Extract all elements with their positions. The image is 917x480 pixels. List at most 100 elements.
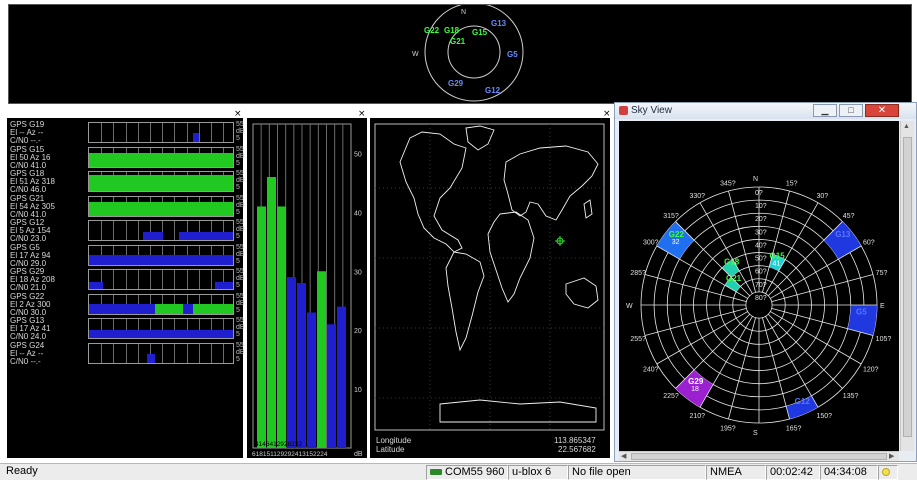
azimuth-spoke	[767, 313, 843, 389]
cn0-history-row	[88, 220, 234, 241]
signal-list-pane: GPS G19 El -- Az -- C/N0 --.- 55 dB 5 GPS G15 E…	[7, 118, 245, 458]
y-tick-label: 20	[354, 328, 362, 335]
sky-view-window: Sky View ▁ □ ✕ 32 G22 G18 41 G15 G21 G13 G5 18 G2…	[614, 102, 917, 462]
satellite-cell-value: 18	[691, 386, 699, 393]
cn0-history-segment	[155, 303, 183, 314]
world-map-close-icon[interactable]: ×	[603, 110, 611, 119]
signal-bar	[287, 277, 296, 448]
status-port: COM55 960	[445, 466, 505, 478]
signal-list-close-icon[interactable]: ×	[234, 110, 242, 119]
cn0-history-row	[88, 171, 234, 192]
scroll-up-icon[interactable]: ▲	[903, 123, 910, 130]
world-map-pane: Longitude 113.865347 Latitude 22.567682	[370, 118, 610, 458]
azimuth-label: 285?	[630, 270, 646, 277]
vertical-scroll-thumb[interactable]	[903, 137, 912, 437]
azimuth-label: W	[626, 303, 633, 310]
status-receiver: u-blox 6	[508, 465, 568, 480]
scale-low: 5	[236, 135, 240, 142]
sky-view-title: Sky View	[631, 105, 672, 116]
scale-low: 5	[236, 355, 240, 363]
scroll-right-icon[interactable]: ▶	[889, 452, 894, 460]
cn0-history-segment	[89, 303, 155, 314]
scale-high: 55	[236, 317, 244, 324]
azimuth-label: 15?	[786, 180, 798, 187]
y-tick-label: 10	[354, 387, 362, 394]
status-led-icon	[882, 468, 890, 476]
cn0-history-segment	[89, 330, 233, 338]
signal-bar	[337, 306, 346, 448]
status-port-cell[interactable]: COM55 960	[426, 465, 508, 480]
signal-bar-close-icon[interactable]: ×	[358, 110, 366, 119]
satellite-cn0: C/N0 --.-	[10, 136, 41, 145]
cn0-history-segment	[89, 152, 233, 167]
scale-unit: dB	[236, 275, 245, 282]
scale-low: 5	[236, 257, 240, 265]
azimuth-spoke	[656, 311, 748, 365]
cn0-history-segment	[89, 201, 233, 216]
satellite-cell-value: 32	[672, 239, 680, 246]
top-sky-satellite-label: G18	[444, 26, 460, 35]
scale-low: 5	[236, 184, 240, 191]
scale-unit: dB	[236, 299, 245, 307]
azimuth-label: 150?	[817, 413, 833, 420]
azimuth-label: 105?	[876, 336, 892, 343]
signal-bar	[297, 283, 306, 448]
y-tick-label: 50	[354, 151, 362, 158]
satellite-cn0: C/N0 24.0	[10, 332, 47, 341]
cn0-history-row	[88, 146, 234, 168]
cn0-history-segment	[215, 282, 233, 289]
signal-bar-pane: 50 40 30 20 10 618151129292413152224 414641292…	[247, 118, 367, 458]
cn0-history-segment	[183, 303, 193, 314]
elevation-label: 10?	[755, 203, 767, 210]
y-tick-label: 30	[354, 269, 362, 276]
scale-low: 5	[236, 282, 240, 289]
close-window-button[interactable]: ✕	[865, 104, 899, 117]
sky-view-app-icon	[619, 106, 628, 115]
cn0-history-row	[88, 244, 234, 266]
elevation-label: 70?	[755, 282, 767, 289]
satellite-cn0: C/N0 23.0	[10, 234, 47, 243]
bar-bottom-labels: 618151129292413152224	[252, 451, 328, 458]
sky-satellite-label: G12	[795, 397, 811, 406]
horizontal-scroll-thumb[interactable]	[631, 453, 887, 460]
azimuth-label: N	[753, 176, 758, 183]
elevation-label: 20?	[755, 216, 767, 223]
scale-unit: dB	[236, 177, 245, 184]
scale-low: 5	[236, 331, 240, 338]
top-sky-satellites: G22 G18 G15 G21 G13 G5 G29 G12	[424, 19, 518, 95]
scale-high: 55	[236, 219, 244, 226]
sky-view-titlebar[interactable]: Sky View ▁ □ ✕	[615, 103, 916, 119]
longitude-value: 113.865347	[554, 436, 596, 445]
satellite-cn0: C/N0 --.-	[10, 356, 41, 366]
sky-view-vertical-scrollbar[interactable]: ▲	[900, 121, 914, 451]
azimuth-label: 135?	[843, 393, 859, 400]
elevation-label: 50?	[755, 256, 767, 263]
azimuth-label: 45?	[843, 213, 855, 220]
azimuth-spoke	[765, 202, 819, 294]
minimize-button[interactable]: ▁	[813, 104, 837, 117]
azimuth-spoke	[728, 317, 756, 420]
status-ready: Ready	[6, 465, 38, 477]
status-file: No file open	[568, 465, 706, 480]
maximize-button[interactable]: □	[839, 104, 863, 117]
sky-view-horizontal-scrollbar[interactable]: ◀ ▶	[619, 451, 899, 461]
scale-high: 55	[236, 341, 244, 349]
signal-bar-chart: 50 40 30 20 10 618151129292413152224 414641292…	[252, 123, 363, 458]
top-sky-satellite-label: G5	[507, 50, 518, 59]
cn0-history-segment	[89, 254, 233, 265]
cn0-history-segment	[89, 282, 103, 289]
scale-unit: dB	[236, 128, 245, 135]
status-protocol: NMEA	[706, 465, 766, 480]
status-time: 04:34:08	[820, 465, 878, 480]
scale-high: 55	[236, 145, 244, 153]
satellite-cell-value: 41	[773, 261, 781, 268]
scale-high: 55	[236, 292, 244, 300]
scale-high: 55	[236, 170, 244, 177]
azimuth-label: 75?	[876, 270, 888, 277]
azimuth-spoke	[771, 274, 874, 302]
serial-port-icon	[430, 469, 442, 476]
sky-view-canvas: 32 G22 G18 41 G15 G21 G13 G5 18 G29 G12 N 15? 30? 45? 6…	[619, 121, 899, 451]
scale-unit: dB	[236, 152, 245, 160]
scroll-left-icon[interactable]: ◀	[621, 452, 626, 460]
sky-satellite-label: G22	[669, 230, 685, 239]
